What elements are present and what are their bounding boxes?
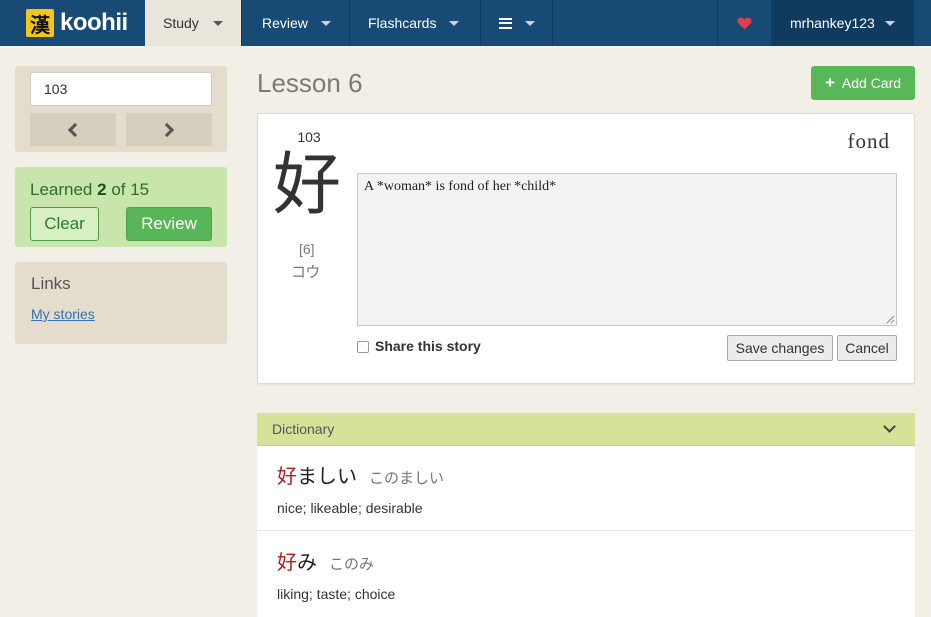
nav-user-menu[interactable]: mrhankey123 — [771, 0, 914, 46]
logo-text: koohii — [60, 9, 128, 36]
previous-frame-button[interactable] — [30, 113, 116, 146]
kanji-keyword[interactable]: fond — [800, 129, 890, 154]
dictionary-entry: 好ましい このましい nice; likeable; desirable — [257, 446, 915, 531]
dictionary-word: 好ましい このましい — [277, 460, 444, 489]
heart-icon — [737, 17, 752, 30]
kanji-character: 好 — [273, 146, 342, 225]
add-card-label: Add Card — [841, 75, 902, 91]
clear-learned-button[interactable]: Clear — [30, 207, 99, 241]
share-story-checkbox[interactable] — [357, 341, 369, 353]
logo-kanji-icon: 漢 — [26, 9, 54, 37]
frame-search-panel — [15, 66, 227, 152]
dictionary-reading: このみ — [329, 555, 375, 573]
nav-flashcards-label: Flashcards — [368, 15, 437, 31]
nav-review-label: Review — [262, 15, 308, 31]
nav-study-menu[interactable]: Study — [145, 0, 241, 46]
add-card-button[interactable]: + Add Card — [811, 66, 915, 100]
dictionary-header[interactable]: Dictionary — [257, 413, 915, 446]
dictionary-reading: このましい — [369, 469, 445, 487]
dictionary-title: Dictionary — [272, 421, 335, 437]
next-frame-button[interactable] — [126, 113, 212, 146]
review-learned-button[interactable]: Review — [126, 207, 212, 241]
nav-study-label: Study — [163, 15, 199, 31]
learned-count: 2 — [97, 180, 107, 199]
dictionary-list: 好ましい このましい nice; likeable; desirable 好み この… — [257, 446, 915, 617]
dictionary-word-kana: ましい — [297, 464, 357, 488]
stroke-count: [6] — [299, 241, 315, 257]
dictionary-meaning: nice; likeable; desirable — [277, 500, 423, 516]
koohii-logo[interactable]: 漢 koohii — [26, 9, 128, 37]
dictionary-word-kanji: 好 — [277, 464, 297, 488]
share-story-label: Share this story — [375, 338, 481, 354]
learned-panel: Learned 2 of 15 Clear Review — [15, 167, 227, 247]
hamburger-icon — [499, 17, 512, 29]
dictionary-word-kana: み — [297, 550, 317, 574]
nav-more-menu[interactable] — [480, 0, 553, 46]
caret-down-icon — [884, 20, 895, 26]
chevron-down-icon — [883, 420, 896, 433]
dictionary-word-kanji: 好 — [277, 550, 297, 574]
plus-icon: + — [824, 73, 835, 92]
dictionary-meaning: liking; taste; choice — [277, 586, 396, 602]
top-navbar: 漢 koohii Study Review Flashcards mrhanke… — [0, 0, 931, 46]
caret-down-icon — [525, 20, 535, 26]
cancel-button[interactable]: Cancel — [837, 335, 897, 361]
links-title: Links — [31, 274, 71, 293]
save-changes-button[interactable]: Save changes — [727, 335, 833, 361]
frame-number: 103 — [297, 129, 321, 145]
resize-grip-icon[interactable] — [885, 314, 895, 324]
share-story-option[interactable]: Share this story — [357, 338, 481, 354]
links-panel: Links My stories — [15, 262, 227, 344]
learned-suffix: of 15 — [106, 180, 150, 199]
nav-donate-button[interactable] — [717, 0, 771, 46]
caret-down-icon — [449, 20, 460, 26]
frame-search-input[interactable] — [30, 72, 212, 106]
learned-status: Learned 2 of 15 — [30, 180, 149, 200]
dictionary-entry: 好み このみ liking; taste; choice — [257, 532, 915, 617]
story-textarea[interactable]: A *woman* is fond of her *child* — [357, 173, 897, 326]
caret-down-icon — [320, 20, 331, 26]
my-stories-link[interactable]: My stories — [31, 306, 95, 322]
username-label: mrhankey123 — [790, 15, 875, 31]
nav-review-menu[interactable]: Review — [241, 0, 349, 46]
chevron-left-icon — [67, 122, 83, 137]
page-title: Lesson 6 — [257, 68, 363, 98]
nav-flashcards-menu[interactable]: Flashcards — [349, 0, 480, 46]
chevron-right-icon — [159, 122, 175, 137]
dictionary-word: 好み このみ — [277, 546, 374, 575]
onyomi-reading: コウ — [291, 263, 321, 281]
caret-down-icon — [212, 20, 223, 26]
learned-prefix: Learned — [30, 180, 98, 199]
